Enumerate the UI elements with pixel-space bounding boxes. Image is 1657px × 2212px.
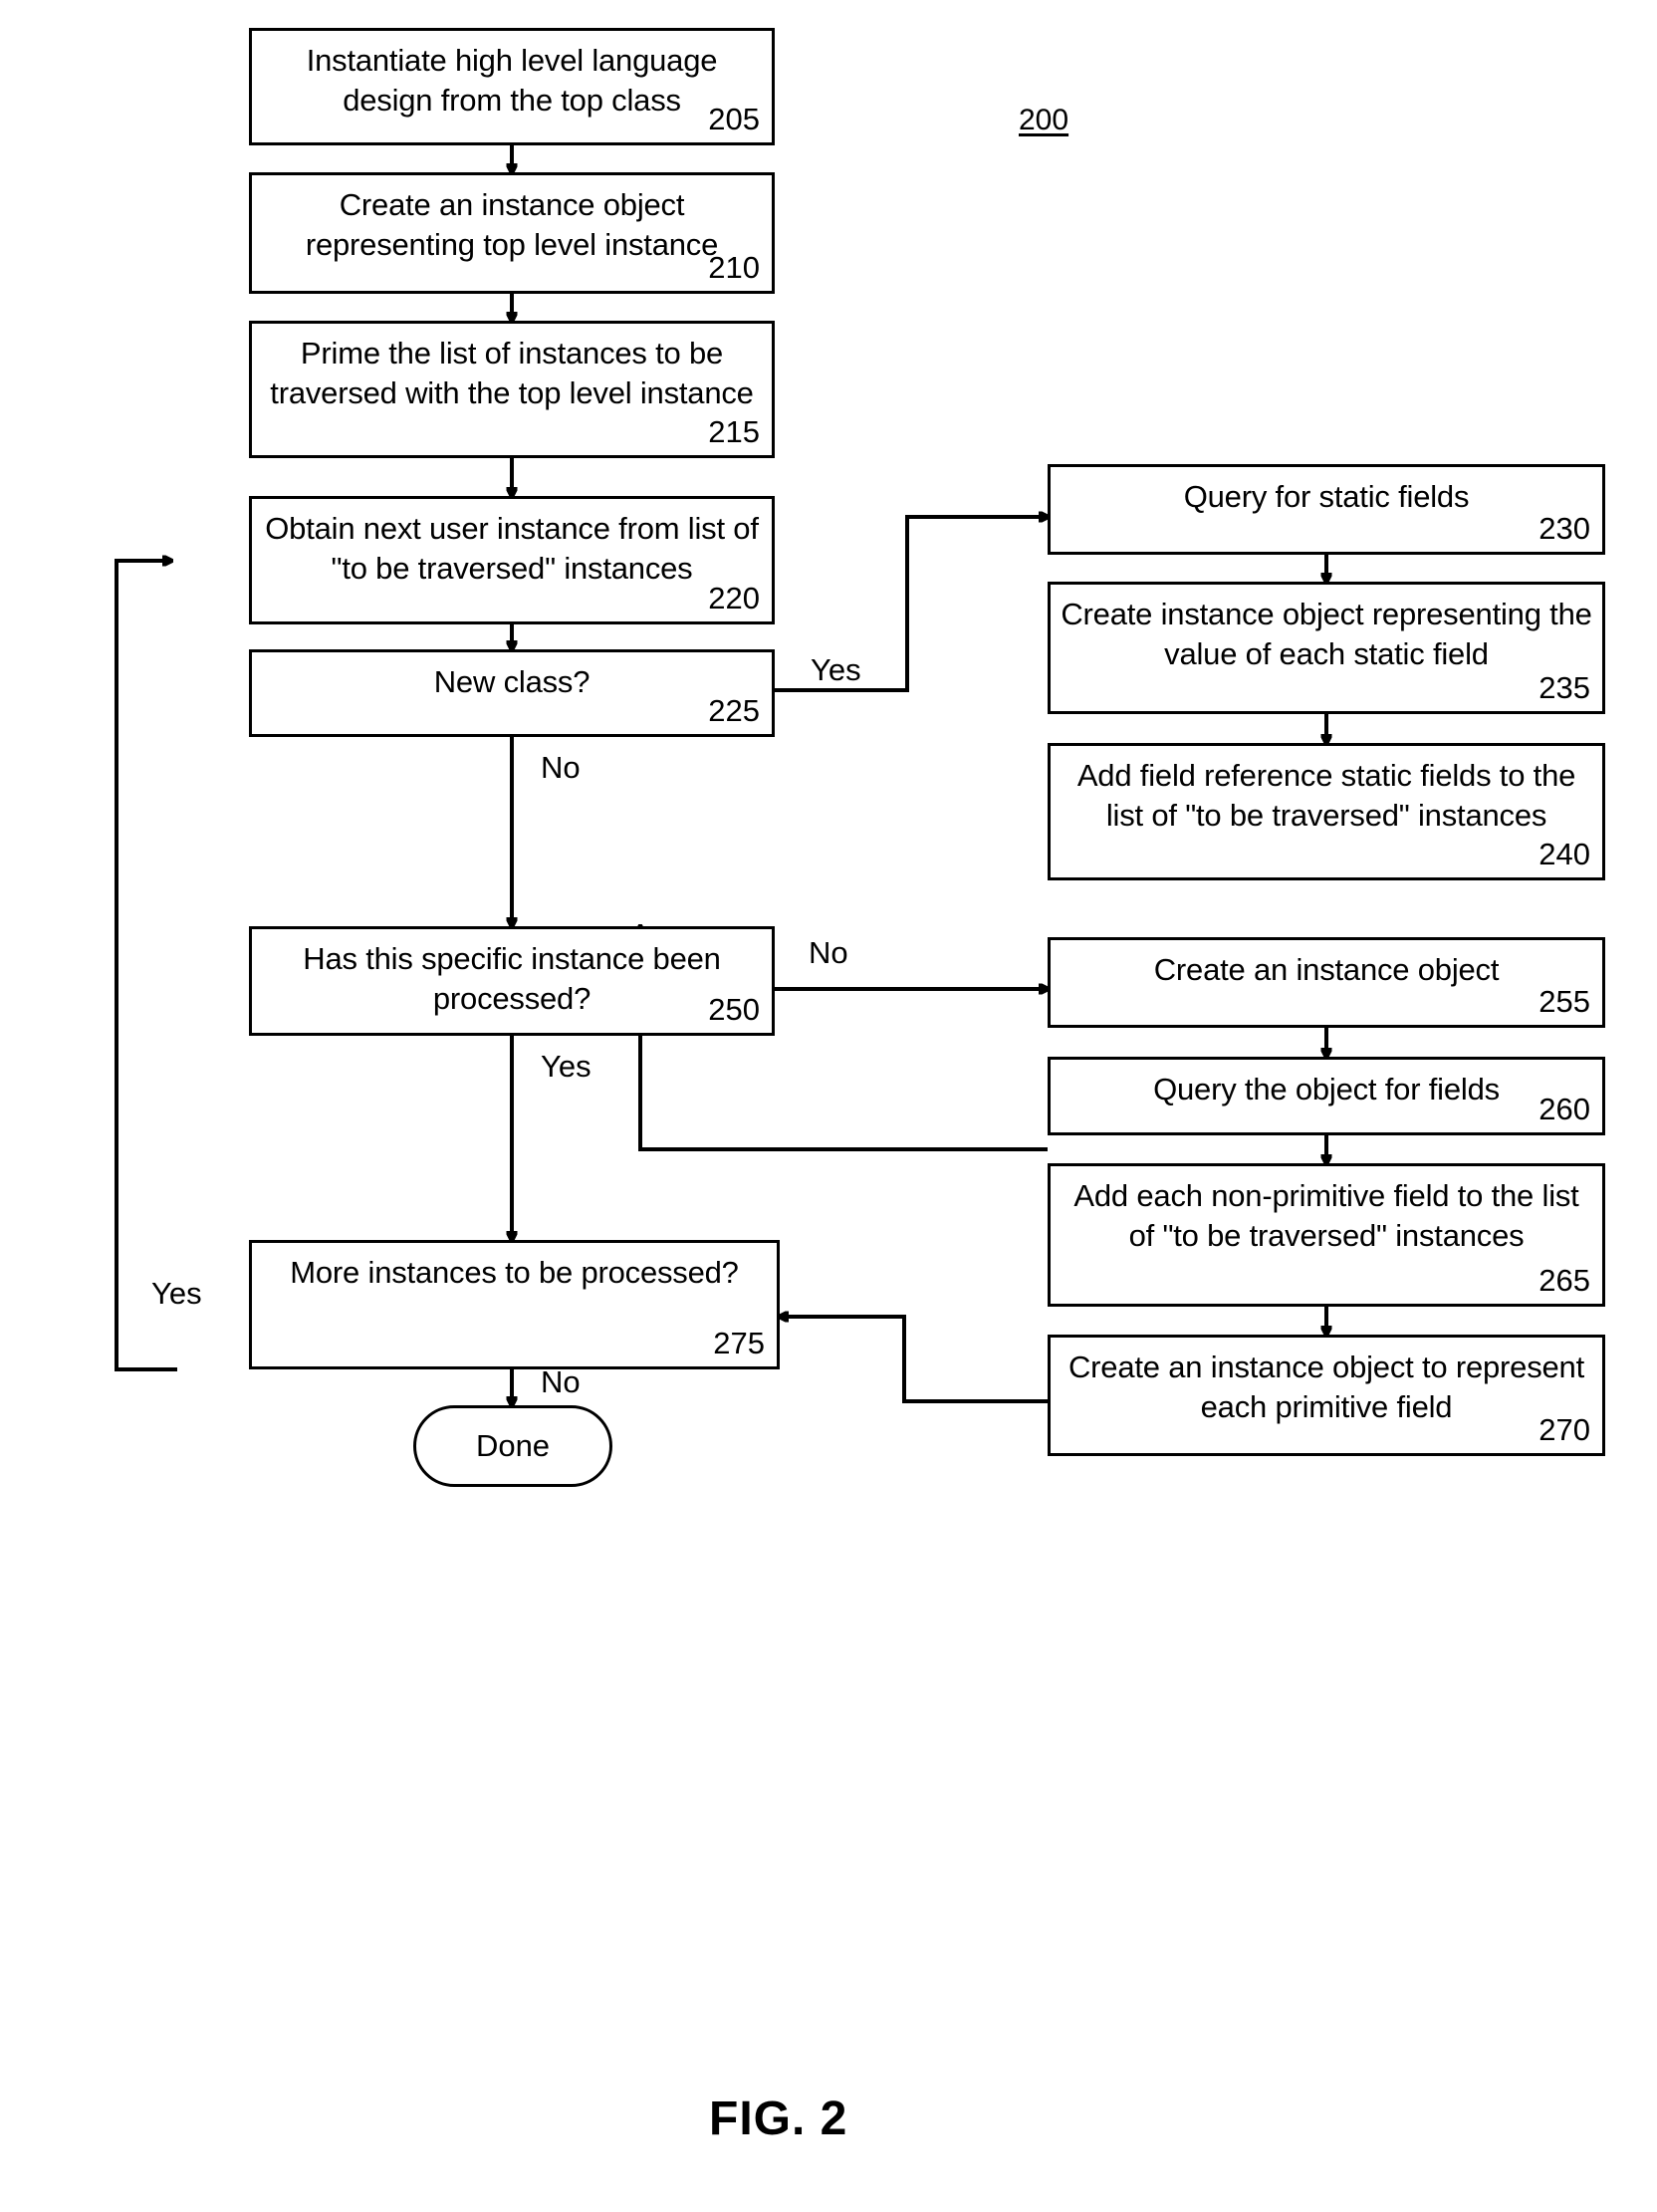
flow-node-done: Done [413, 1405, 612, 1487]
edge-label-275-no: No [541, 1364, 581, 1399]
flow-node-255-label: Create an instance object [1153, 952, 1500, 987]
flow-node-215-ref: 215 [708, 413, 760, 449]
flow-node-260-ref: 260 [1539, 1091, 1590, 1126]
flow-node-220-label: Obtain next user instance from list of "… [265, 511, 759, 587]
flow-node-260-label: Query the object for fields [1153, 1072, 1500, 1106]
flow-node-235-ref: 235 [1539, 669, 1590, 705]
flow-node-210-label: Create an instance object representing t… [305, 187, 719, 263]
flow-node-270: Create an instance object to represent e… [1048, 1335, 1605, 1456]
flow-node-235-label: Create instance object representing the … [1061, 597, 1592, 672]
flow-node-230-label: Query for static fields [1183, 479, 1470, 514]
flow-node-210-ref: 210 [708, 249, 760, 285]
edge-label-225-no: No [541, 750, 581, 785]
flow-node-260: Query the object for fields 260 [1048, 1057, 1605, 1135]
flow-node-205: Instantiate high level language design f… [249, 28, 775, 145]
flow-node-215-label: Prime the list of instances to be traver… [270, 336, 754, 411]
figure-caption: FIG. 2 [709, 2092, 848, 2145]
figure-number: 200 [1019, 104, 1069, 136]
flow-node-205-ref: 205 [708, 101, 760, 136]
edge-label-225-yes: Yes [811, 652, 861, 687]
flow-node-225: New class? 225 [249, 649, 775, 737]
flow-node-230-ref: 230 [1539, 510, 1590, 546]
flow-node-240: Add field reference static fields to the… [1048, 743, 1605, 880]
flow-node-255: Create an instance object 255 [1048, 937, 1605, 1028]
flow-node-270-ref: 270 [1539, 1411, 1590, 1447]
flow-node-230: Query for static fields 230 [1048, 464, 1605, 555]
figure-page: 200 Instantiate high level language desi… [0, 0, 1657, 2212]
flow-node-205-label: Instantiate high level language design f… [306, 43, 718, 119]
edge-label-275-yes: Yes [151, 1276, 202, 1311]
edge-270-275 [780, 1317, 1048, 1403]
flow-node-220: Obtain next user instance from list of "… [249, 496, 775, 624]
flow-node-225-ref: 225 [708, 692, 760, 728]
flow-node-done-label: Done [475, 1428, 551, 1463]
flow-node-250-label: Has this specific instance been processe… [303, 941, 721, 1017]
flow-node-275-label: More instances to be processed? [290, 1255, 739, 1290]
edge-label-250-yes: Yes [541, 1049, 592, 1084]
flow-node-240-ref: 240 [1539, 836, 1590, 871]
flow-node-220-ref: 220 [708, 580, 760, 615]
flow-node-275: More instances to be processed? 275 [249, 1240, 780, 1369]
edge-275-220-loop [115, 561, 177, 1371]
flow-node-250-ref: 250 [708, 991, 760, 1027]
flow-node-240-label: Add field reference static fields to the… [1076, 758, 1576, 834]
flow-node-210: Create an instance object representing t… [249, 172, 775, 294]
flow-node-215: Prime the list of instances to be traver… [249, 321, 775, 458]
flow-node-265: Add each non-primitive field to the list… [1048, 1163, 1605, 1307]
flow-node-255-ref: 255 [1539, 983, 1590, 1019]
flow-node-270-label: Create an instance object to represent e… [1068, 1350, 1584, 1425]
edge-label-250-no: No [809, 935, 848, 970]
flow-node-250: Has this specific instance been processe… [249, 926, 775, 1036]
flow-node-275-ref: 275 [713, 1325, 765, 1360]
flow-node-265-label: Add each non-primitive field to the list… [1073, 1178, 1579, 1254]
flow-node-235: Create instance object representing the … [1048, 582, 1605, 714]
flow-node-225-label: New class? [433, 664, 591, 699]
flow-node-265-ref: 265 [1539, 1262, 1590, 1298]
